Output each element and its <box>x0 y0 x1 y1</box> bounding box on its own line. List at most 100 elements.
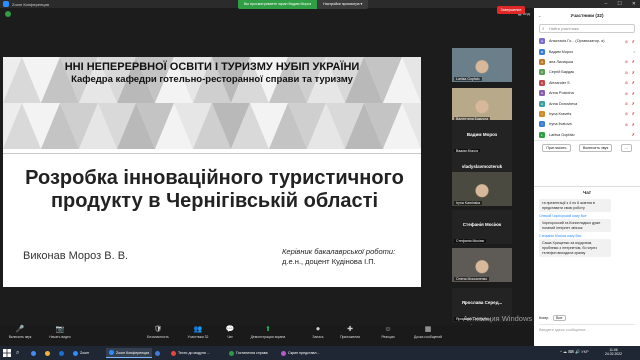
slide-institute-heading: ННІ НЕПЕРЕРВНОЇ ОСВІТИ І ТУРИЗМУ НУБІП У… <box>64 61 360 73</box>
participant-name: Iryna Ilvatova <box>549 122 572 127</box>
toolbar-button-label: Демонстрация экрана <box>250 335 286 339</box>
more-button[interactable]: ... <box>620 143 632 152</box>
tile-display-name: Вадим Мороз <box>466 132 498 137</box>
participant-row[interactable]: I Iryna Ilvatova ⊘ ✗ <box>534 119 640 129</box>
search-placeholder: Найти участника <box>549 27 579 31</box>
side-panel: ⌄ Участники (32) ⌕ Найти участника А Анас… <box>534 8 640 346</box>
camera-off-button[interactable]: 📷 Начать видео <box>40 325 80 339</box>
slide-department-heading: Кафедра кафедри готельно-ресторанної спр… <box>71 74 353 85</box>
mic-muted-icon[interactable]: ✗ <box>632 39 635 44</box>
tile-name-label: Стефанія Мосіюк <box>454 239 487 243</box>
video-tile[interactable]: Iryna Kaminska <box>452 172 512 206</box>
whiteboard-button[interactable]: ▦ Доска сообщений <box>408 325 448 339</box>
app-icon <box>59 350 64 356</box>
slide-title: Розробка інноваційного туристичного прод… <box>25 167 404 212</box>
chevron-down-icon[interactable]: ⌄ <box>538 13 541 18</box>
video-tile[interactable]: Валентина Бакцула <box>452 88 512 122</box>
end-meeting-button[interactable]: Завершение <box>497 6 525 14</box>
taskbar-app[interactable]: Скрин представл... <box>278 348 322 358</box>
participant-row[interactable]: А Анастасія Го... (Организатор, я) ⊘ ✗ <box>534 36 640 46</box>
participant-row[interactable]: Aana Лисицька ⊘ ✗ <box>534 57 640 67</box>
participant-row[interactable]: I Iryna Kravets ⊘ ✗ <box>534 109 640 119</box>
participant-search-input[interactable]: ⌕ Найти участника <box>539 24 635 33</box>
invite-button[interactable]: Пригласить <box>542 143 571 152</box>
mic-muted-icon[interactable]: ✗ <box>632 59 635 64</box>
chat-to-label: Кому: <box>539 316 549 320</box>
chat-icon: 💬 <box>225 326 235 333</box>
participant-name: Lariisa Gopfalo <box>549 132 575 137</box>
camera-off-icon: ⊘ <box>624 80 628 86</box>
taskbar-app[interactable] <box>152 348 165 358</box>
participant-row[interactable]: С Сергій Бардак ⊘ ✗ <box>534 67 640 77</box>
mic-muted-icon[interactable]: ✗ <box>632 70 635 75</box>
avatar: I <box>539 121 545 128</box>
taskbar-app-label: Zoom <box>80 351 90 355</box>
avatar: A <box>539 100 545 107</box>
windows-taskbar: ⌕ Zoom Zoom Конференция Тести до модуля ..… <box>0 346 640 360</box>
security-button[interactable]: 🛡 Безопасность <box>138 325 178 339</box>
taskbar-app[interactable]: Тести до модуля ... <box>168 348 213 358</box>
window-title: Zoom Конференция <box>12 2 49 7</box>
taskbar-app[interactable]: Zoom <box>70 348 92 358</box>
participant-row[interactable]: A Anna Dorosheva ⊘ ✗ <box>534 98 640 108</box>
taskbar-app-label: Zoom Конференция <box>116 350 150 355</box>
video-tile[interactable]: Lariisa Gopfalo <box>452 48 512 82</box>
encryption-shield-icon[interactable] <box>5 11 11 17</box>
toolbar-button-label: Приложения <box>340 335 360 339</box>
participant-name: Вадим Мороз <box>549 49 573 54</box>
taskbar-app[interactable]: Zoom Конференция <box>106 348 153 358</box>
mic-muted-icon[interactable]: ✗ <box>632 91 635 96</box>
video-tile[interactable]: Стефанія Мосіюк Стефанія Мосіюк <box>452 210 512 244</box>
system-tray[interactable]: ^ ☁ ⌨ 🔊 УКР <box>560 349 589 354</box>
chat-message: Стефанія Мосіюк кому Все Саша Хрищенко за… <box>534 233 640 258</box>
slide-supervisor-role: Керівник бакалаврської роботи: <box>282 247 396 256</box>
participant-name: ana Лисицька <box>549 59 574 64</box>
participant-row[interactable]: L Lariisa Gopfalo ✗ <box>534 130 640 140</box>
participant-row[interactable]: A Alexander S ⊘ ✗ <box>534 78 640 88</box>
mic-on-icon[interactable]: ♪ <box>633 49 635 54</box>
close-button[interactable]: ✕ <box>632 1 636 7</box>
unmute-all-button[interactable]: Включить звук <box>578 143 613 152</box>
avatar: В <box>539 48 545 55</box>
slide-divider <box>3 153 421 154</box>
taskbar-app[interactable] <box>56 348 69 358</box>
taskbar-app[interactable]: Гостинична справа <box>226 348 271 358</box>
mic-muted-icon[interactable]: ✗ <box>632 80 635 85</box>
tile-name-label: Iryna Kaminska <box>454 201 483 205</box>
chat-recipient-select[interactable]: Все <box>553 315 566 321</box>
chat-text: Чорнороский та Коноплядько дуже поганий … <box>539 219 611 233</box>
mic-muted-icon[interactable]: ✗ <box>632 111 635 116</box>
apps-icon: ✚ <box>347 326 353 333</box>
chat-message-input[interactable]: Введите здесь сообщение... <box>539 324 635 336</box>
chat-button[interactable]: 💬 Чат <box>210 325 250 339</box>
chat-header: Чат <box>534 187 640 197</box>
reactions-button[interactable]: ☺ Реакции <box>368 325 408 339</box>
share-screen-button[interactable]: ⬆ Демонстрация экрана <box>248 325 288 339</box>
taskbar-clock[interactable]: 11:06 24.02.2022 <box>605 348 622 357</box>
apps-button[interactable]: ✚ Приложения <box>330 325 370 339</box>
taskbar-app[interactable] <box>42 348 55 358</box>
video-tile[interactable]: Олена Москаленко <box>452 248 512 282</box>
app-icon <box>155 350 160 356</box>
mic-muted-icon[interactable]: ✗ <box>632 122 635 127</box>
mic-off-button[interactable]: 🎤 Включить звук <box>0 325 40 339</box>
reactions-icon: ☺ <box>384 326 392 333</box>
participant-row[interactable]: В Вадим Мороз ♪ <box>534 46 640 56</box>
participant-name: Сергій Бардак <box>549 70 574 75</box>
taskbar-app-label: Гостинична справа <box>236 351 268 355</box>
video-tile[interactable]: Вадим Мороз Вадим Мороз <box>452 120 512 154</box>
view-options-button[interactable]: Настройки просмотра ▾ <box>317 0 369 9</box>
windows-start-icon[interactable] <box>3 349 11 357</box>
toolbar-button-label: Безопасность <box>147 335 169 339</box>
maximize-button[interactable]: ☐ <box>617 1 621 7</box>
mic-muted-icon[interactable]: ✗ <box>632 132 635 137</box>
minimize-button[interactable]: – <box>605 1 608 7</box>
mic-muted-icon[interactable]: ✗ <box>632 101 635 106</box>
meeting-toolbar: 🎤 Включить звук 📷 Начать видео 🛡 Безопасность… <box>0 325 534 346</box>
tile-name-label: Олена Москаленко <box>454 277 490 281</box>
taskbar-app[interactable] <box>28 348 41 358</box>
participant-row[interactable]: A Anna Postolna ⊘ ✗ <box>534 88 640 98</box>
chat-message: Олексій Чорноросий кому Все Чорнороский т… <box>534 213 640 233</box>
app-icon <box>31 350 36 356</box>
taskbar-search-icon[interactable]: ⌕ <box>16 350 19 357</box>
